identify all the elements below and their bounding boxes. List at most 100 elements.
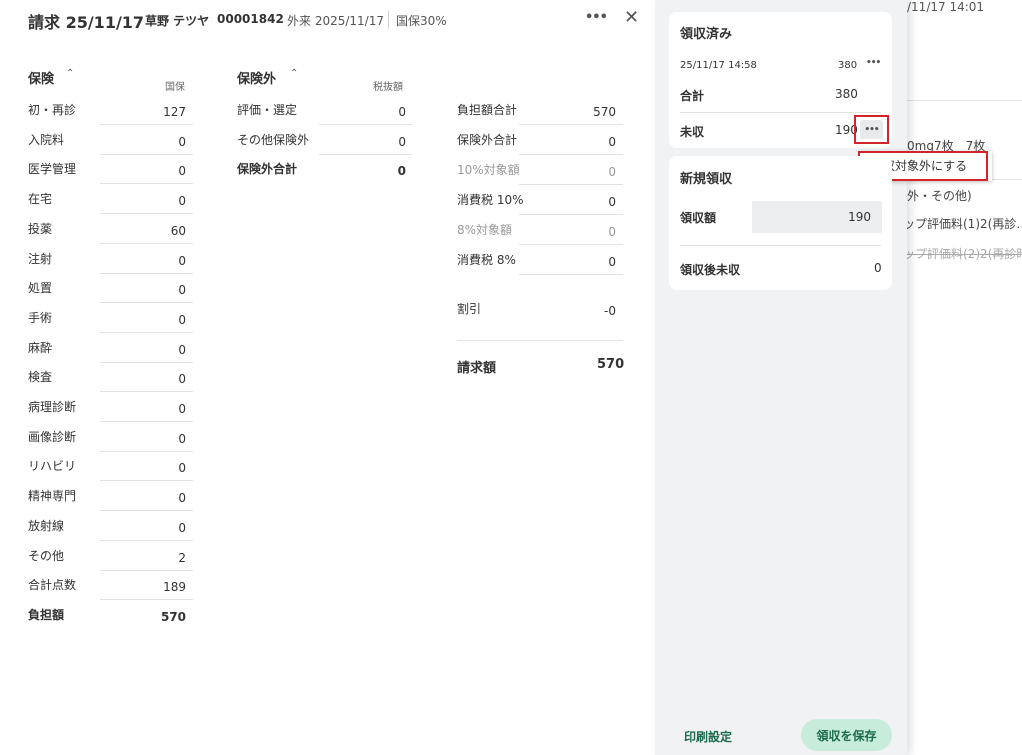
row-value: 0: [608, 195, 616, 209]
chevron-up-icon[interactable]: ⌃: [66, 68, 74, 79]
background-divider: [907, 100, 1022, 101]
receipt-amount-label: 領収額: [680, 211, 717, 225]
row-underline: [519, 154, 623, 155]
table-row: 10%対象額 0: [457, 156, 623, 185]
table-row: 保険外合計 0: [237, 155, 412, 184]
visit-info: 外来 2025/11/17: [287, 14, 384, 28]
close-icon[interactable]: ✕: [624, 7, 639, 28]
row-label: 病理診断: [28, 400, 77, 414]
row-value: 60: [170, 223, 186, 238]
table-row: 注射 0: [28, 245, 193, 274]
row-label: 在宅: [28, 192, 53, 207]
row-value: 0: [178, 194, 186, 209]
table-row: リハビリ 0: [28, 452, 193, 482]
table-row: 投薬 60: [28, 215, 193, 244]
more-options-icon[interactable]: •••: [585, 10, 608, 25]
table-row: 放射線 0: [28, 512, 193, 541]
row-value: 0: [398, 134, 406, 149]
received-title: 領収済み: [680, 27, 733, 42]
received-amount: 380: [838, 60, 858, 71]
row-label: 負担額: [28, 607, 65, 622]
receipt-amount-value: 190: [848, 210, 871, 224]
row-label: 評価・選定: [237, 103, 298, 117]
row-label: その他: [28, 548, 65, 563]
row-value: 0: [178, 520, 186, 535]
row-value: 2: [178, 550, 186, 565]
row-value: 0: [178, 491, 186, 506]
print-settings-link[interactable]: 印刷設定: [684, 728, 732, 745]
row-label: 初・再診: [28, 103, 77, 117]
row-value: 0: [608, 165, 616, 179]
row-value: 189: [163, 580, 186, 595]
background-timestamp: /11/17 14:01: [907, 0, 985, 14]
header-divider: [388, 11, 389, 28]
row-underline: [519, 244, 623, 245]
received-total-value: 380: [835, 87, 858, 101]
receipt-amount-input[interactable]: 190: [752, 201, 882, 233]
table-row: 保険外合計 0: [457, 126, 623, 155]
table-row: 負担額 570: [28, 601, 193, 630]
table-row: その他 2: [28, 542, 193, 571]
row-underline: [519, 214, 623, 215]
table-row: 麻酔 0: [28, 334, 193, 363]
row-value: 0: [608, 225, 616, 239]
row-label: 投薬: [28, 221, 53, 236]
row-label: 処置: [28, 281, 53, 296]
table-row: 画像診断 0: [28, 423, 193, 452]
row-label: 医学管理: [28, 162, 77, 177]
insurance-column-label: 国保: [165, 82, 185, 93]
non-insurance-column-label: 税抜額: [373, 82, 403, 93]
row-value: 0: [178, 431, 186, 446]
row-value: 570: [160, 609, 186, 624]
row-value: 0: [178, 312, 186, 327]
row-label: 10%対象額: [457, 163, 520, 177]
row-label: その他保険外: [237, 132, 310, 147]
row-label: 保険外合計: [457, 133, 518, 147]
row-label: 合計点数: [28, 578, 77, 593]
row-underline: [519, 124, 623, 125]
row-value: 127: [163, 105, 186, 119]
new-receipt-card: 新規領収 領収額 190 領収後未収 0: [669, 156, 892, 290]
row-label: リハビリ: [28, 459, 77, 474]
table-row: 評価・選定 0: [237, 96, 412, 125]
background-panel: /11/17 14:01 0mg7枚 7枚 外・その他) ップ評価料(1)2(再…: [907, 0, 1022, 755]
received-more-icon[interactable]: •••: [866, 58, 881, 68]
row-underline: [519, 274, 623, 275]
row-value: 0: [178, 342, 186, 357]
row-label: 注射: [28, 251, 53, 266]
table-row: その他保険外 0: [237, 126, 412, 155]
table-row: 消費税 10% 0: [457, 186, 623, 215]
row-value: 0: [608, 255, 616, 269]
row-value: 0: [178, 283, 186, 298]
row-label: 放射線: [28, 518, 65, 533]
row-value: 0: [397, 164, 406, 178]
background-line: 外・その他): [907, 189, 972, 203]
chevron-up-icon[interactable]: ⌃: [290, 68, 298, 79]
row-value: -0: [604, 304, 616, 318]
row-label: 消費税 10%: [457, 193, 524, 207]
row-value: 0: [398, 105, 406, 119]
row-value: 0: [178, 402, 186, 416]
summary-divider: [457, 340, 623, 341]
unpaid-more-button[interactable]: •••: [854, 115, 889, 144]
row-label: 消費税 8%: [457, 253, 516, 267]
table-row: 手術 0: [28, 304, 193, 333]
after-receipt-unpaid-label: 領収後未収: [680, 263, 741, 277]
more-options-icon[interactable]: •••: [860, 120, 883, 139]
row-label: 8%対象額: [457, 223, 513, 237]
insurance-section-title: 保険: [28, 72, 55, 87]
new-receipt-divider: [680, 245, 881, 246]
background-line: ップ評価料(2)2(再診時: [907, 247, 1022, 261]
row-value: 0: [178, 372, 186, 387]
insurance-info: 国保30%: [396, 14, 447, 28]
row-value: 0: [178, 253, 186, 268]
save-receipt-button[interactable]: 領収を保存: [801, 719, 892, 751]
table-row: 割引 -0: [457, 295, 623, 324]
row-label: 検査: [28, 370, 53, 385]
table-row: 消費税 8% 0: [457, 246, 623, 275]
table-row: 8%対象額 0: [457, 216, 623, 245]
table-row: 検査 0: [28, 363, 193, 393]
row-value: 0: [608, 135, 616, 149]
row-label: 保険外合計: [237, 162, 298, 176]
received-divider: [680, 112, 881, 113]
